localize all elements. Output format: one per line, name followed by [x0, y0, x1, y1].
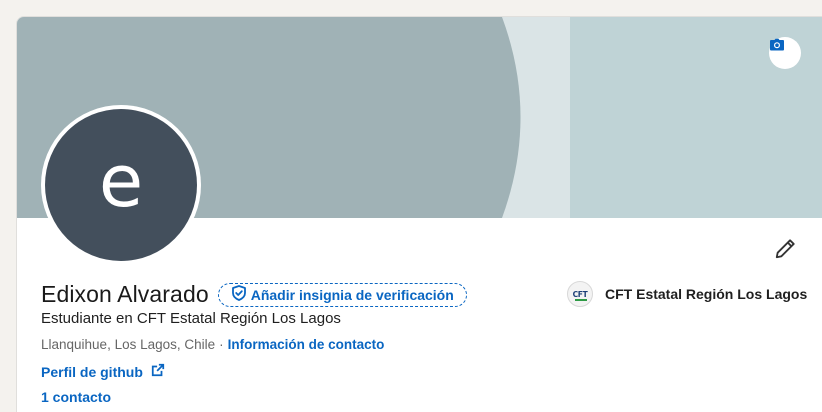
company-logo-accent	[575, 299, 587, 301]
pencil-icon	[774, 238, 796, 265]
company-name: CFT Estatal Región Los Lagos	[605, 286, 808, 302]
profile-avatar[interactable]: e	[41, 105, 201, 265]
connections-link[interactable]: 1 contacto	[41, 389, 111, 405]
edit-intro-button[interactable]	[769, 235, 801, 267]
contact-info-link[interactable]: Información de contacto	[228, 337, 385, 352]
avatar-letter: e	[45, 109, 197, 261]
github-profile-link[interactable]: Perfil de github	[41, 363, 165, 380]
name-row: Edixon Alvarado Añadir insignia de verif…	[41, 281, 467, 308]
verification-badge-label: Añadir insignia de verificación	[250, 286, 454, 303]
shield-check-icon	[231, 285, 251, 304]
external-link-icon	[143, 363, 165, 380]
profile-headline: Estudiante en CFT Estatal Región Los Lag…	[41, 310, 341, 327]
location-row: Llanquihue, Los Lagos, Chile · Informaci…	[41, 337, 384, 352]
profile-location: Llanquihue, Los Lagos, Chile	[41, 337, 216, 352]
current-company[interactable]: CFT CFT Estatal Región Los Lagos	[567, 281, 807, 307]
location-separator: ·	[219, 337, 224, 352]
profile-card: e Edixon Alvarado Añadir insignia de ver…	[16, 16, 822, 412]
profile-name: Edixon Alvarado	[41, 281, 209, 307]
add-verification-badge-button[interactable]: Añadir insignia de verificación	[217, 282, 467, 307]
edit-banner-button[interactable]	[769, 37, 801, 69]
github-link-label: Perfil de github	[41, 363, 143, 380]
company-logo: CFT	[567, 281, 593, 307]
company-logo-text: CFT	[572, 289, 588, 299]
